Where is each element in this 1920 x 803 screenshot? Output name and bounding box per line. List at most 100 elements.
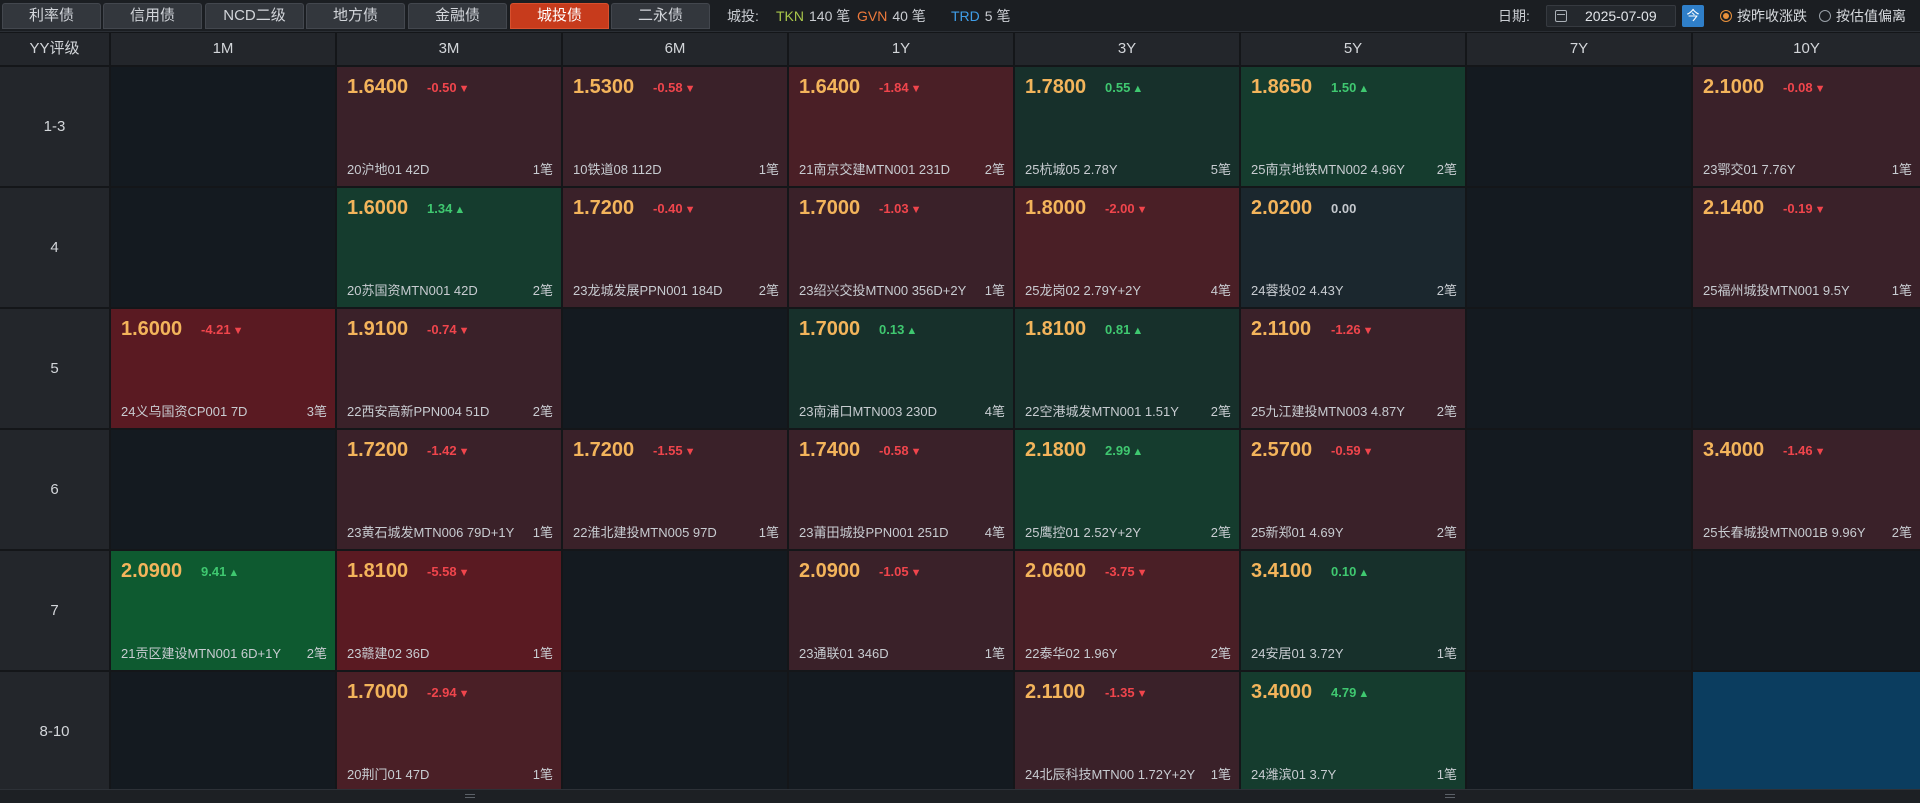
empty-cell[interactable] xyxy=(111,67,335,186)
top-toolbar: 利率债 信用债 NCD二级 地方债 金融债 城投债 二永债 城投: TKN 140… xyxy=(0,0,1920,32)
arrow-up-icon: ▲ xyxy=(454,204,466,216)
arrow-down-icon: ▼ xyxy=(458,567,470,579)
empty-cell[interactable] xyxy=(1467,430,1691,549)
trade-count: 2笔 xyxy=(1436,404,1457,419)
rating-row-header: 8-10 xyxy=(0,672,109,791)
empty-cell[interactable] xyxy=(1467,188,1691,307)
yield-value: 1.7400 xyxy=(799,439,861,461)
bottom-resize-bar[interactable] xyxy=(0,789,1920,803)
tab-ncd-secondary[interactable]: NCD二级 xyxy=(205,3,304,29)
radio-by-valuation-deviation[interactable]: 按估值偏离 xyxy=(1819,0,1906,32)
quote-cell[interactable]: 1.6000 -4.21 ▼ 24义乌国资CP001 7D 3笔 xyxy=(111,309,335,428)
quote-cell[interactable]: 2.5700 -0.59 ▼ 25新郑01 4.69Y 2笔 xyxy=(1241,430,1465,549)
column-header[interactable]: 6M xyxy=(563,33,789,65)
quote-cell[interactable]: 2.0600 -3.75 ▼ 22泰华02 1.96Y 2笔 xyxy=(1015,551,1239,670)
quote-cell[interactable]: 1.5300 -0.58 ▼ 10铁道08 112D 1笔 xyxy=(563,67,787,186)
change-text: -0.58 xyxy=(653,80,683,95)
quote-cell[interactable]: 2.0200 0.00 24蓉投02 4.43Y 2笔 xyxy=(1241,188,1465,307)
empty-cell[interactable] xyxy=(563,309,787,428)
empty-cell[interactable] xyxy=(1467,309,1691,428)
quote-cell[interactable]: 2.0900 9.41 ▲ 21贡区建设MTN001 6D+1Y 2笔 xyxy=(111,551,335,670)
rating-row-header: 4 xyxy=(0,188,109,307)
arrow-up-icon: ▲ xyxy=(228,567,240,579)
date-value[interactable]: 2025-07-09 xyxy=(1585,6,1657,26)
quote-cell[interactable]: 1.6000 1.34 ▲ 20苏国资MTN001 42D 2笔 xyxy=(337,188,561,307)
column-header[interactable]: 3Y xyxy=(1015,33,1241,65)
tab-credit-bond[interactable]: 信用债 xyxy=(103,3,202,29)
empty-cell[interactable] xyxy=(1693,551,1920,670)
tab-rates-bond[interactable]: 利率债 xyxy=(2,3,101,29)
bond-name: 22空港城发MTN001 1.51Y xyxy=(1025,404,1179,419)
empty-cell[interactable] xyxy=(111,188,335,307)
empty-cell[interactable] xyxy=(1467,672,1691,791)
quote-cell[interactable]: 2.1800 2.99 ▲ 25鹰控01 2.52Y+2Y 2笔 xyxy=(1015,430,1239,549)
quote-cell[interactable]: 2.0900 -1.05 ▼ 23通联01 346D 1笔 xyxy=(789,551,1013,670)
quote-cell[interactable]: 1.7000 -1.03 ▼ 23绍兴交投MTN00 356D+2Y 1笔 xyxy=(789,188,1013,307)
rating-row-header: 1-3 xyxy=(0,67,109,186)
empty-cell[interactable] xyxy=(1693,309,1920,428)
trade-count: 2笔 xyxy=(532,283,553,298)
quote-cell[interactable]: 1.6400 -0.50 ▼ 20沪地01 42D 1笔 xyxy=(337,67,561,186)
change-value: -1.26 ▼ xyxy=(1331,322,1374,339)
quote-cell[interactable]: 1.7200 -1.42 ▼ 23黄石城发MTN006 79D+1Y 1笔 xyxy=(337,430,561,549)
column-header[interactable]: 1Y xyxy=(789,33,1015,65)
column-header[interactable]: 7Y xyxy=(1467,33,1693,65)
quote-cell[interactable]: 1.7000 -2.94 ▼ 20荆门01 47D 1笔 xyxy=(337,672,561,791)
tab-local-gov-bond[interactable]: 地方债 xyxy=(306,3,405,29)
quote-cell[interactable]: 1.8650 1.50 ▲ 25南京地铁MTN002 4.96Y 2笔 xyxy=(1241,67,1465,186)
quote-cell[interactable]: 1.8100 0.81 ▲ 22空港城发MTN001 1.51Y 2笔 xyxy=(1015,309,1239,428)
quote-cell[interactable]: 1.9100 -0.74 ▼ 22西安高新PPN004 51D 2笔 xyxy=(337,309,561,428)
empty-cell[interactable] xyxy=(563,551,787,670)
date-picker[interactable]: 2025-07-09 xyxy=(1546,5,1676,27)
quote-cell[interactable]: 1.7200 -1.55 ▼ 22淮北建投MTN005 97D 1笔 xyxy=(563,430,787,549)
quote-cell[interactable]: 2.1100 -1.26 ▼ 25九江建投MTN003 4.87Y 2笔 xyxy=(1241,309,1465,428)
quote-cell[interactable]: 1.8100 -5.58 ▼ 23赣建02 36D 1笔 xyxy=(337,551,561,670)
quote-cell[interactable]: 2.1100 -1.35 ▼ 24北辰科技MTN00 1.72Y+2Y 1笔 xyxy=(1015,672,1239,791)
bond-name: 25杭城05 2.78Y xyxy=(1025,162,1118,177)
change-value: -3.75 ▼ xyxy=(1105,564,1148,581)
quote-cell[interactable]: 1.7800 0.55 ▲ 25杭城05 2.78Y 5笔 xyxy=(1015,67,1239,186)
quote-cell[interactable]: 1.7200 -0.40 ▼ 23龙城发展PPN001 184D 2笔 xyxy=(563,188,787,307)
radio-by-prev-close[interactable]: 按昨收涨跌 xyxy=(1720,0,1807,32)
radio-checked-icon[interactable] xyxy=(1720,10,1732,22)
quote-cell[interactable]: 1.8000 -2.00 ▼ 25龙岗02 2.79Y+2Y 4笔 xyxy=(1015,188,1239,307)
quote-cell[interactable]: 3.4100 0.10 ▲ 24安居01 3.72Y 1笔 xyxy=(1241,551,1465,670)
radio-by-prev-close-label[interactable]: 按昨收涨跌 xyxy=(1737,8,1807,24)
quote-cell[interactable]: 3.4000 -1.46 ▼ 25长春城投MTN001B 9.96Y 2笔 xyxy=(1693,430,1920,549)
column-header[interactable]: 10Y xyxy=(1693,33,1920,65)
column-header[interactable]: 1M xyxy=(111,33,337,65)
trade-count: 2笔 xyxy=(306,646,327,661)
today-button[interactable]: 今 xyxy=(1682,5,1704,27)
column-header[interactable]: 3M xyxy=(337,33,563,65)
yield-value: 1.7000 xyxy=(799,197,861,219)
empty-cell[interactable] xyxy=(111,430,335,549)
tab-perpetual-bond[interactable]: 二永债 xyxy=(611,3,710,29)
stat-trd-count: 5 笔 xyxy=(984,8,1011,24)
bond-name: 25龙岗02 2.79Y+2Y xyxy=(1025,283,1141,298)
quote-cell[interactable]: 1.7400 -0.58 ▼ 23莆田城投PPN001 251D 4笔 xyxy=(789,430,1013,549)
radio-by-valuation-deviation-label[interactable]: 按估值偏离 xyxy=(1836,8,1906,24)
empty-cell[interactable] xyxy=(111,672,335,791)
radio-unchecked-icon[interactable] xyxy=(1819,10,1831,22)
empty-cell[interactable] xyxy=(1467,67,1691,186)
resize-grip-icon[interactable] xyxy=(1445,794,1455,798)
resize-grip-icon[interactable] xyxy=(465,794,475,798)
quote-cell[interactable]: 1.7000 0.13 ▲ 23南浦口MTN003 230D 4笔 xyxy=(789,309,1013,428)
change-value: -0.19 ▼ xyxy=(1783,201,1826,218)
empty-cell[interactable] xyxy=(563,672,787,791)
quote-cell[interactable]: 3.4000 4.79 ▲ 24潍滨01 3.7Y 1笔 xyxy=(1241,672,1465,791)
bond-name: 20荆门01 47D xyxy=(347,767,430,782)
tab-chengtou-bond[interactable]: 城投债 xyxy=(510,3,609,29)
change-text: 2.99 xyxy=(1105,443,1131,458)
empty-cell[interactable] xyxy=(789,672,1013,791)
quote-cell[interactable]: 1.6400 -1.84 ▼ 21南京交建MTN001 231D 2笔 xyxy=(789,67,1013,186)
empty-cell[interactable] xyxy=(1467,551,1691,670)
change-text: 1.50 xyxy=(1331,80,1357,95)
quote-cell[interactable]: 2.1400 -0.19 ▼ 25福州城投MTN001 9.5Y 1笔 xyxy=(1693,188,1920,307)
tab-financial-bond[interactable]: 金融债 xyxy=(408,3,507,29)
selected-empty-cell[interactable] xyxy=(1693,672,1920,791)
calendar-icon[interactable] xyxy=(1555,10,1567,22)
quote-cell[interactable]: 2.1000 -0.08 ▼ 23鄂交01 7.76Y 1笔 xyxy=(1693,67,1920,186)
rating-row-header: 6 xyxy=(0,430,109,549)
column-header[interactable]: 5Y xyxy=(1241,33,1467,65)
